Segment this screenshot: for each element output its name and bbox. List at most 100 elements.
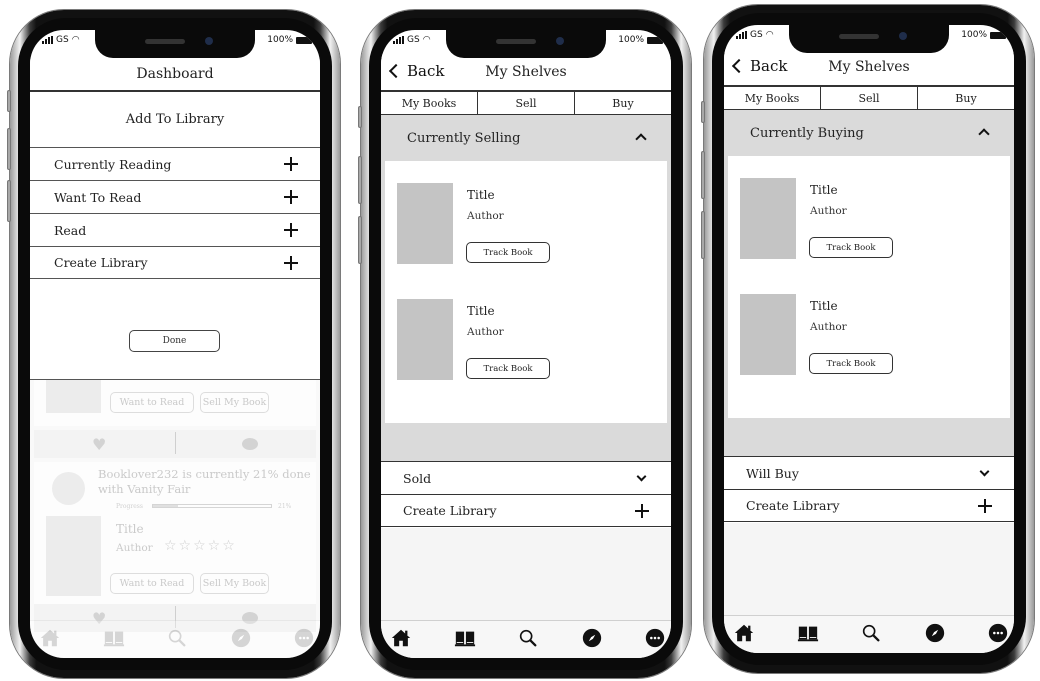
currently-buying-header[interactable]: Currently Buying	[724, 110, 1014, 156]
row-label: Create Library	[54, 255, 148, 270]
more-icon[interactable]	[292, 627, 316, 649]
plus-icon[interactable]	[284, 190, 298, 204]
sold-row[interactable]: Sold	[381, 461, 671, 494]
create-library-row[interactable]: Create Library	[30, 246, 320, 279]
phone-dashboard: GS ◠ 100% Dashboard Add To Library Curre…	[7, 10, 340, 678]
feed-post: Want to Read Sell My Book	[34, 380, 316, 426]
side-button	[358, 156, 362, 204]
side-button	[701, 101, 705, 123]
book-author: Author	[467, 210, 504, 222]
screen: GS ◠ 100% Back My Shelves My Books Sell …	[381, 30, 671, 658]
shelf-tabs: My Books Sell Buy	[724, 87, 1014, 110]
chevron-down-icon[interactable]	[979, 466, 990, 477]
book-title: Title	[467, 304, 495, 318]
book-author: Author	[810, 321, 847, 333]
chevron-up-icon[interactable]	[978, 128, 990, 140]
currently-selling-header[interactable]: Currently Selling	[381, 115, 671, 161]
book-author: Author	[467, 326, 504, 338]
back-button[interactable]: Back	[388, 62, 445, 80]
home-icon[interactable]	[389, 627, 413, 649]
book-icon[interactable]	[796, 622, 820, 644]
page-title: My Shelves	[828, 59, 910, 75]
section-title: Currently Selling	[407, 130, 521, 146]
tab-my-books[interactable]: My Books	[724, 87, 821, 109]
will-buy-row[interactable]: Will Buy	[724, 456, 1014, 489]
heart-icon: ♥	[92, 435, 107, 454]
want-to-read-dropdown: Want to Read	[110, 392, 194, 413]
done-button[interactable]: Done	[129, 330, 220, 352]
book-list: Title Author Track Book Title Author Tra…	[728, 156, 1010, 418]
feed-post: Booklover232 is currently 21% done with …	[34, 462, 316, 604]
create-library-row[interactable]: Create Library	[724, 489, 1014, 522]
camera-icon	[899, 32, 907, 40]
empty-area	[381, 528, 671, 620]
book-author: Author	[810, 205, 847, 217]
back-label: Back	[750, 57, 788, 75]
plus-icon[interactable]	[978, 499, 992, 513]
tab-sell[interactable]: Sell	[821, 87, 918, 109]
camera-icon	[205, 37, 213, 45]
side-button	[358, 106, 362, 128]
tab-bar	[724, 615, 1014, 653]
tab-my-books[interactable]: My Books	[381, 92, 478, 114]
tab-buy[interactable]: Buy	[575, 92, 671, 114]
plus-icon[interactable]	[635, 504, 649, 518]
side-button	[7, 128, 11, 170]
create-library-row[interactable]: Create Library	[381, 494, 671, 527]
row-label: Want To Read	[54, 189, 142, 205]
shelf-tabs: My Books Sell Buy	[381, 92, 671, 115]
more-icon[interactable]	[986, 622, 1010, 644]
activity-text: with Vanity Fair	[98, 482, 191, 496]
add-to-want-to-read[interactable]: Want To Read	[30, 180, 320, 213]
row-label: Create Library	[746, 498, 840, 513]
battery-icon	[647, 36, 663, 44]
book-list: Title Author Track Book Title Author Tra…	[385, 161, 667, 423]
signal-icon	[736, 31, 747, 39]
tab-buy[interactable]: Buy	[918, 87, 1014, 109]
add-to-currently-reading[interactable]: Currently Reading	[30, 147, 320, 180]
tab-sell[interactable]: Sell	[478, 92, 575, 114]
plus-icon[interactable]	[284, 223, 298, 237]
book-cover	[397, 183, 453, 264]
add-to-read[interactable]: Read	[30, 213, 320, 246]
battery-label: 100%	[618, 35, 644, 45]
phone-my-shelves-buy: GS ◠ 100% Back My Shelves My Books Sell …	[701, 5, 1034, 673]
currently-selling-panel: Title Author Track Book Title Author Tra…	[381, 161, 671, 461]
plus-icon[interactable]	[284, 157, 298, 171]
book-icon[interactable]	[453, 627, 477, 649]
chevron-up-icon[interactable]	[635, 133, 647, 145]
book-cover	[740, 178, 796, 259]
want-to-read-dropdown: Want to Read	[110, 573, 194, 594]
search-icon[interactable]	[859, 622, 883, 644]
track-book-button[interactable]: Track Book	[466, 242, 550, 263]
track-book-button[interactable]: Track Book	[809, 237, 893, 258]
plus-icon[interactable]	[284, 256, 298, 270]
home-icon[interactable]	[38, 627, 62, 649]
track-book-button[interactable]: Track Book	[809, 353, 893, 374]
post-actions: ♥	[34, 430, 316, 458]
star-rating: ☆☆☆☆☆	[164, 538, 237, 554]
progress-label: Progress	[116, 503, 143, 510]
row-label: Read	[54, 222, 87, 238]
progress-bar	[152, 504, 272, 508]
chevron-down-icon[interactable]	[636, 471, 647, 482]
row-label: Currently Reading	[54, 156, 172, 172]
back-label: Back	[407, 62, 445, 80]
home-icon[interactable]	[732, 622, 756, 644]
back-button[interactable]: Back	[731, 57, 788, 75]
notch	[789, 25, 949, 53]
sell-my-book-button: Sell My Book	[200, 392, 269, 413]
compass-icon[interactable]	[229, 627, 253, 649]
notch	[95, 30, 255, 58]
signal-icon	[393, 36, 404, 44]
book-cover	[397, 299, 453, 380]
compass-icon[interactable]	[923, 622, 947, 644]
track-book-button[interactable]: Track Book	[466, 358, 550, 379]
signal-icon	[42, 36, 53, 44]
book-title: Title	[116, 522, 144, 536]
more-icon[interactable]	[643, 627, 667, 649]
search-icon[interactable]	[516, 627, 540, 649]
book-icon[interactable]	[102, 627, 126, 649]
search-icon[interactable]	[165, 627, 189, 649]
compass-icon[interactable]	[580, 627, 604, 649]
